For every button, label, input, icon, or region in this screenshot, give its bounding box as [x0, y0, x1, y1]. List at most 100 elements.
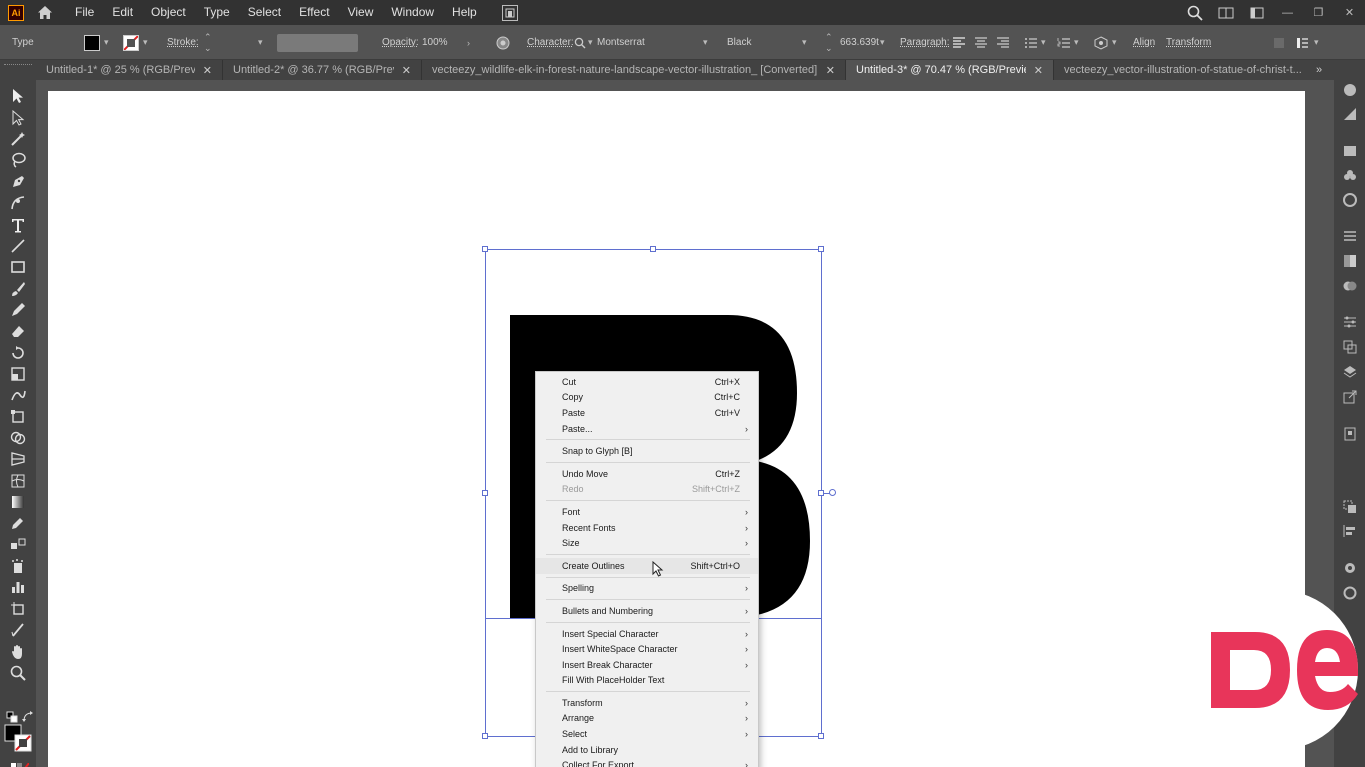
text-out-port[interactable] [829, 489, 836, 496]
isolate-icon[interactable] [1273, 25, 1285, 60]
eraser-tool-icon[interactable] [8, 322, 28, 340]
font-style-dropdown-icon[interactable]: ▾ [802, 25, 807, 60]
restore-icon[interactable]: ❐ [1303, 6, 1334, 19]
home-icon[interactable] [36, 4, 54, 22]
fill-stroke-widget[interactable] [4, 724, 32, 752]
fill-swatch[interactable]: ▾ [84, 25, 109, 60]
align-center-icon[interactable] [974, 25, 988, 60]
stroke-weight-stepper[interactable]: ⌃ ⌄ [204, 25, 212, 60]
context-item-add-to-library[interactable]: Add to Library [536, 742, 758, 758]
context-item-snap-to-glyph-b[interactable]: Snap to Glyph [B] [536, 443, 758, 459]
font-size-stepper[interactable]: ⌃ ⌄ [825, 25, 833, 60]
align-panel-icon[interactable] [1342, 523, 1358, 539]
tabs-overflow-icon[interactable]: » [1309, 60, 1329, 80]
context-item-create-outlines[interactable]: Create Outlines Shift+Ctrl+O [536, 557, 758, 574]
menu-view[interactable]: View [339, 0, 383, 25]
align-panel-link[interactable]: Align [1133, 25, 1155, 60]
workspace-switcher-icon[interactable] [1210, 7, 1241, 19]
panel-menu-icon[interactable]: ▾ [1296, 25, 1319, 60]
properties-panel-icon[interactable] [1342, 82, 1358, 98]
symbol-sprayer-tool-icon[interactable] [8, 557, 28, 575]
context-item-insert-whitespace-character[interactable]: Insert WhiteSpace Character › [536, 641, 758, 657]
app-logo[interactable]: Ai [8, 4, 24, 21]
recolor-icon[interactable] [496, 25, 510, 60]
hamburger-menu-icon[interactable] [1342, 228, 1358, 244]
font-family-field[interactable]: Montserrat [597, 25, 645, 60]
context-item-font[interactable]: Font › [536, 504, 758, 520]
variable-width-profile[interactable] [277, 25, 358, 60]
type-tool-icon[interactable] [8, 216, 28, 234]
column-graph-tool-icon[interactable] [8, 578, 28, 596]
menu-type[interactable]: Type [195, 0, 239, 25]
transparency-panel-icon[interactable] [1342, 278, 1358, 294]
pen-tool-icon[interactable] [8, 173, 28, 191]
character-label[interactable]: Character: [527, 25, 574, 60]
menu-effect[interactable]: Effect [290, 0, 338, 25]
document-tab[interactable]: Untitled-1* @ 25 % (RGB/Previe... ✕ [36, 60, 223, 80]
line-segment-tool-icon[interactable] [8, 237, 28, 255]
font-size-field[interactable]: 663.639t [840, 25, 879, 60]
menu-object[interactable]: Object [142, 0, 195, 25]
selection-tool-icon[interactable] [8, 87, 28, 105]
handle-top-left[interactable] [482, 246, 488, 252]
context-item-transform[interactable]: Transform › [536, 695, 758, 711]
document-tab[interactable]: vecteezy_wildlife-elk-in-forest-nature-l… [422, 60, 846, 80]
free-transform-tool-icon[interactable] [8, 408, 28, 426]
magic-wand-tool-icon[interactable] [8, 130, 28, 148]
close-tab-icon[interactable]: ✕ [826, 64, 835, 77]
perspective-grid-tool-icon[interactable] [8, 450, 28, 468]
curvature-tool-icon[interactable] [8, 194, 28, 212]
paintbrush-tool-icon[interactable] [8, 280, 28, 298]
color-mode-icons[interactable] [10, 758, 30, 767]
context-item-bullets-and-numbering[interactable]: Bullets and Numbering › [536, 603, 758, 619]
font-size-dropdown-icon[interactable]: ▾ [880, 25, 885, 60]
handle-bottom-left[interactable] [482, 733, 488, 739]
image-panel-icon[interactable] [1342, 143, 1358, 159]
transform-panel-link[interactable]: Transform [1166, 25, 1211, 60]
context-item-fill-with-placeholder-text[interactable]: Fill With PlaceHolder Text [536, 673, 758, 689]
context-item-collect-for-export[interactable]: Collect For Export › [536, 757, 758, 767]
brushes-panel-icon[interactable] [1342, 192, 1358, 208]
context-item-paste[interactable]: Paste... › [536, 421, 758, 437]
context-item-paste[interactable]: Paste Ctrl+V [536, 405, 758, 421]
close-tab-icon[interactable]: ✕ [402, 64, 411, 77]
appearance-panel-icon[interactable] [1342, 560, 1358, 576]
menu-select[interactable]: Select [239, 0, 290, 25]
zoom-tool-icon[interactable] [8, 664, 28, 682]
context-item-insert-special-character[interactable]: Insert Special Character › [536, 626, 758, 642]
opacity-chevron-icon[interactable]: › [467, 25, 470, 60]
menu-help[interactable]: Help [443, 0, 486, 25]
document-tab[interactable]: vecteezy_vector-illustration-of-statue-o… [1054, 60, 1324, 80]
stroke-swatch[interactable]: ▾ [123, 25, 148, 60]
menu-window[interactable]: Window [382, 0, 443, 25]
close-icon[interactable]: ✕ [1334, 6, 1365, 19]
lasso-tool-icon[interactable] [8, 151, 28, 169]
rotate-tool-icon[interactable] [8, 344, 28, 362]
font-family-dropdown-icon[interactable]: ▾ [703, 25, 708, 60]
panel-layout-icon[interactable] [1241, 7, 1272, 19]
menu-edit[interactable]: Edit [103, 0, 142, 25]
handle-bottom-right[interactable] [818, 733, 824, 739]
glyph-icon[interactable]: ▾ [1093, 25, 1117, 60]
close-tab-icon[interactable]: ✕ [203, 64, 212, 77]
direct-selection-tool-icon[interactable] [8, 109, 28, 127]
context-item-undo-move[interactable]: Undo Move Ctrl+Z [536, 466, 758, 482]
stroke-weight-dropdown[interactable]: ▾ [258, 25, 263, 60]
close-tab-icon[interactable]: ✕ [1034, 64, 1043, 77]
adjustments-panel-icon[interactable] [1342, 314, 1358, 330]
document-tab[interactable]: Untitled-3* @ 70.47 % (RGB/Preview) ✕ [846, 60, 1054, 80]
paragraph-label[interactable]: Paragraph: [900, 25, 949, 60]
minimize-icon[interactable]: — [1272, 7, 1303, 19]
warp-tool-icon[interactable] [8, 386, 28, 404]
handle-top-right[interactable] [818, 246, 824, 252]
rectangle-tool-icon[interactable] [8, 258, 28, 276]
gradient-tool-icon[interactable] [8, 493, 28, 511]
eyedropper-tool-icon[interactable] [8, 514, 28, 532]
context-item-spelling[interactable]: Spelling › [536, 581, 758, 597]
artboard-tool-icon[interactable] [8, 600, 28, 618]
scale-tool-icon[interactable] [8, 365, 28, 383]
document-tab[interactable]: Untitled-2* @ 36.77 % (RGB/Previe... ✕ [223, 60, 422, 80]
artboards-panel-icon[interactable] [1342, 339, 1358, 355]
shape-builder-tool-icon[interactable] [8, 429, 28, 447]
context-item-insert-break-character[interactable]: Insert Break Character › [536, 657, 758, 673]
